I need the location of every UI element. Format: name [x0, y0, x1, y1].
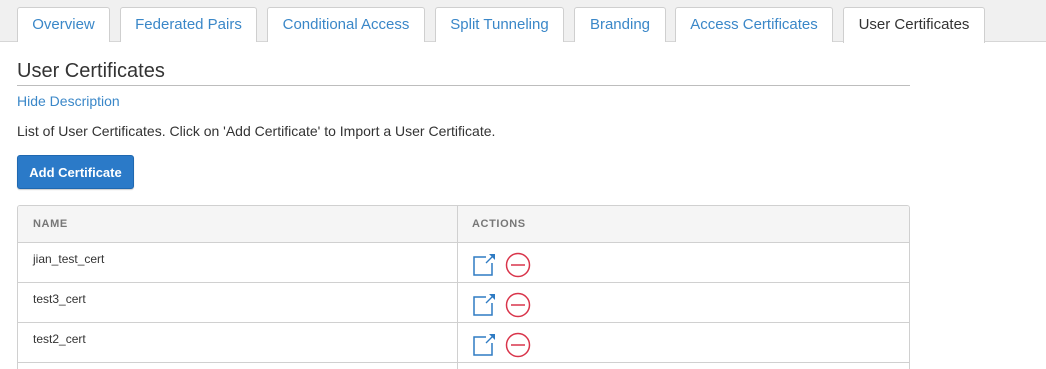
tab-bar: Overview Federated Pairs Conditional Acc…: [0, 0, 1046, 43]
title-divider: [17, 85, 910, 86]
page-title: User Certificates: [17, 60, 165, 82]
table-row: test2_cert: [18, 323, 909, 363]
column-header-actions: ACTIONS: [472, 218, 526, 230]
delete-icon[interactable]: [505, 332, 531, 358]
tab-split-tunneling[interactable]: Split Tunneling: [435, 7, 564, 42]
tab-user-certificates[interactable]: User Certificates: [843, 7, 985, 43]
section-description: List of User Certificates. Click on 'Add…: [17, 123, 496, 139]
edit-icon[interactable]: [472, 332, 497, 357]
row-actions: [472, 251, 552, 278]
table-row: test3_cert: [18, 283, 909, 323]
certificates-table: NAME ACTIONS jian_test_cert test3_cert t…: [17, 205, 910, 369]
delete-icon[interactable]: [505, 292, 531, 318]
table-row: jian_test_cert: [18, 243, 909, 283]
table-header: NAME ACTIONS: [18, 206, 909, 243]
tab-branding[interactable]: Branding: [574, 7, 666, 42]
tab-access-certificates[interactable]: Access Certificates: [675, 7, 833, 42]
certificate-name: test2_cert: [33, 332, 86, 346]
edit-icon[interactable]: [472, 292, 497, 317]
tab-conditional-access[interactable]: Conditional Access: [267, 7, 425, 42]
delete-icon[interactable]: [505, 252, 531, 278]
row-actions: [472, 291, 552, 318]
add-certificate-button[interactable]: Add Certificate: [17, 155, 134, 189]
tab-overview[interactable]: Overview: [17, 7, 110, 42]
certificate-name: jian_test_cert: [33, 252, 105, 266]
tab-federated-pairs[interactable]: Federated Pairs: [120, 7, 257, 42]
row-actions: [472, 331, 552, 358]
edit-icon[interactable]: [472, 252, 497, 277]
column-header-name: NAME: [33, 218, 68, 230]
certificate-name: test3_cert: [33, 292, 86, 306]
hide-description-link[interactable]: Hide Description: [17, 93, 120, 109]
